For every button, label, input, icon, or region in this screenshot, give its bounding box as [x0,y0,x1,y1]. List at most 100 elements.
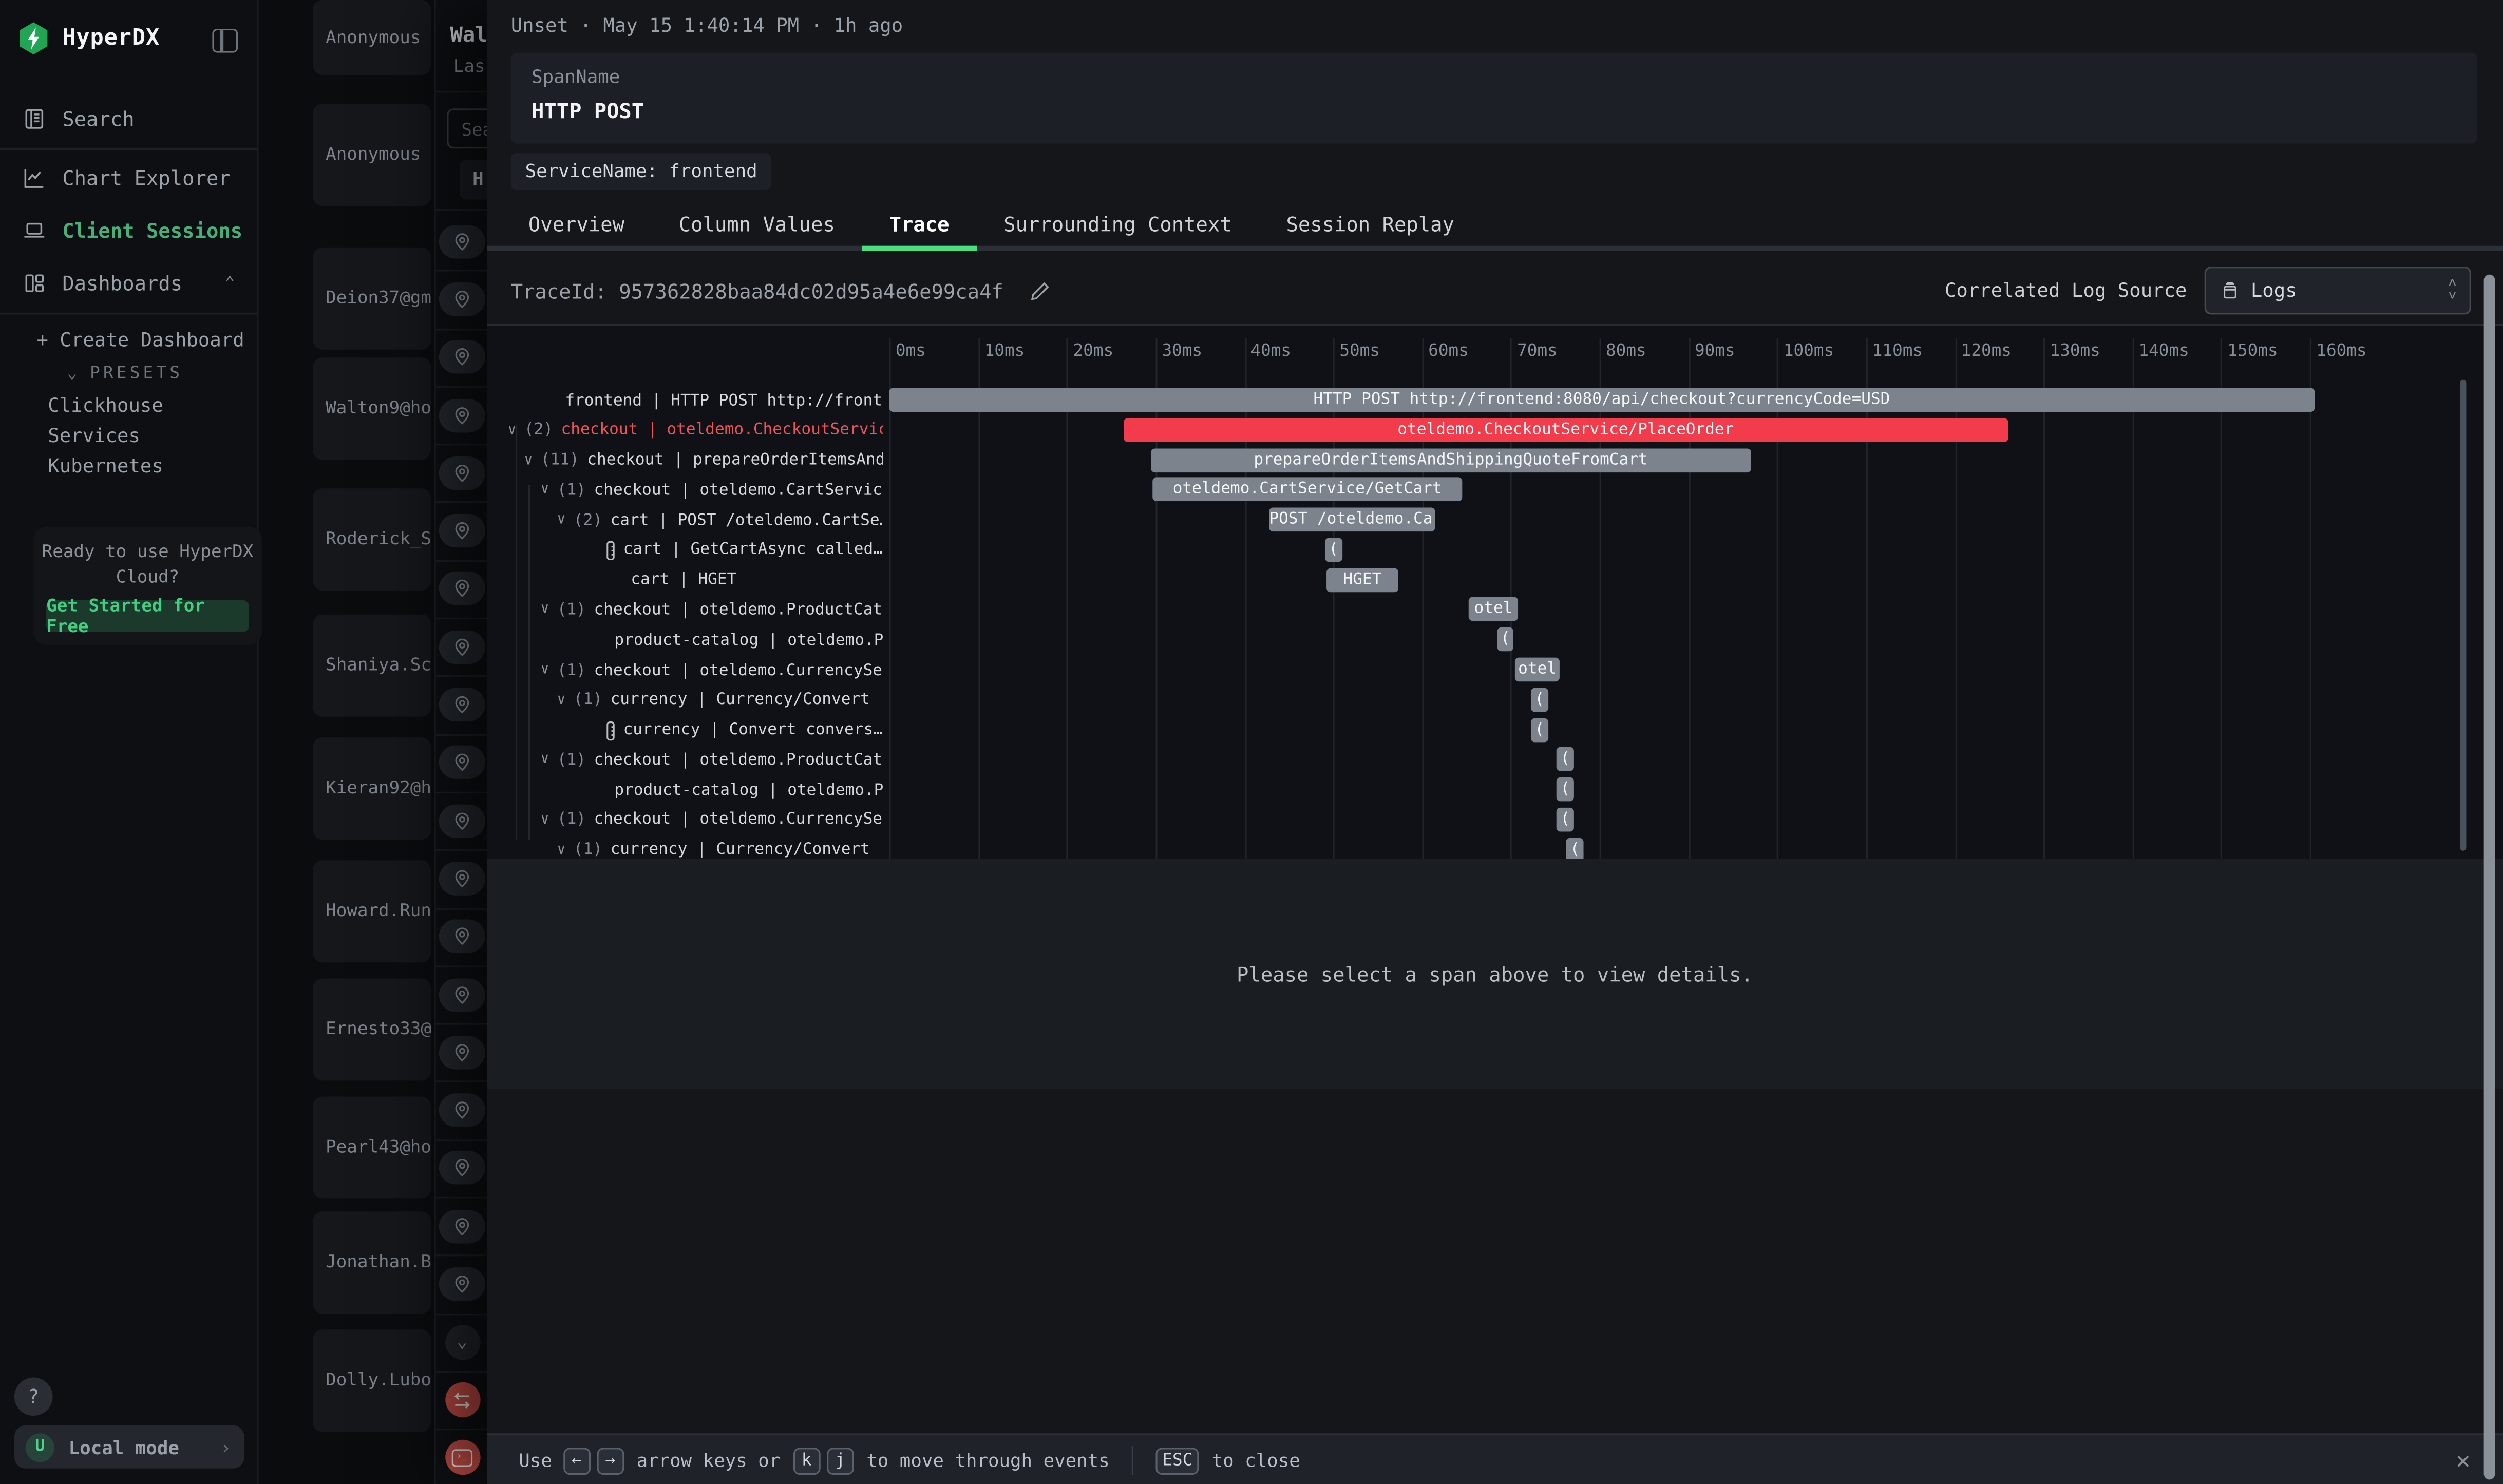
trace-tree-row[interactable]: ∨(2)checkout | oteldemo.CheckoutServic… [507,418,882,444]
trace-tree-row[interactable]: product-catalog | oteldemo.Prod… [614,777,883,803]
session-event-row[interactable] [436,444,489,504]
tab-column-values[interactable]: Column Values [652,204,862,251]
session-card[interactable]: Deion37@gm [313,248,431,350]
trace-tree-row[interactable]: ∨(1)checkout | oteldemo.ProductCat… [540,748,882,773]
service-name-chip[interactable]: ServiceName: frontend [511,153,772,189]
trace-tree-row[interactable]: currency | Convert convers… [607,717,883,743]
trace-tree-row[interactable]: ∨(1)checkout | oteldemo.CurrencySe… [540,658,882,683]
span-bar[interactable]: ( [1531,717,1548,741]
session-event-row[interactable] [436,618,489,677]
trace-tree-row[interactable]: product-catalog | oteldemo.Prod… [614,627,883,653]
session-event-row[interactable] [436,1255,489,1315]
trace-tree-row[interactable]: cart | GetCartAsync called… [607,538,883,563]
tab-overview[interactable]: Overview [501,204,652,251]
preset-kubernetes[interactable]: Kubernetes [48,455,163,478]
help-button[interactable]: ? [14,1378,53,1416]
session-card[interactable]: Roderick_S [313,488,431,591]
span-bar[interactable]: POST /oteldemo.Cart [1269,508,1435,532]
log-source-select[interactable]: Logs ˄˅ [2205,267,2471,314]
session-card[interactable]: Anonymous [313,104,431,206]
session-event-row[interactable]: ⌄ [436,1313,489,1373]
brand[interactable]: HyperDX [16,21,160,55]
span-bar[interactable]: HTTP POST http://frontend:8080/api/check… [889,388,2314,412]
trace-tree-row[interactable]: ∨(1)currency | Currency/Convert [557,688,869,713]
span-bar[interactable]: ( [1325,538,1342,562]
session-event-row[interactable] [436,502,489,562]
close-icon[interactable]: ✕ [2449,1446,2477,1475]
create-dashboard-button[interactable]: + Create Dashboard [36,329,244,351]
trace-tree-row[interactable]: ∨(2)cart | POST /oteldemo.CartSe… [557,508,882,534]
span-bar[interactable]: ( [1557,808,1574,832]
trace-tree-row[interactable]: ∨(11)checkout | prepareOrderItemsAnd… [524,448,882,473]
session-event-row[interactable] [436,965,489,1025]
trace-tree-row[interactable]: frontend | HTTP POST http://frontend:… [565,388,883,413]
session-card[interactable]: Dolly.Lubo [313,1329,431,1432]
session-event-row[interactable] [436,270,489,330]
trace-tree-label: checkout | oteldemo.CurrencySe… [594,811,883,829]
span-bar[interactable]: ( [1557,777,1574,802]
tab-trace[interactable]: Trace [862,204,977,251]
session-event-row[interactable] [436,850,489,909]
span-bar[interactable]: otel [1515,658,1559,682]
span-bar[interactable]: ( [1557,748,1574,772]
key-esc: ESC [1156,1447,1199,1474]
sidebar-item-chart-explorer[interactable]: Chart Explorer [0,157,257,198]
sidebar-item-dashboards[interactable]: Dashboards⌃ [0,262,257,303]
get-started-button[interactable]: Get Started for Free [46,600,249,632]
status-bar: Use ← → arrow keys or k j to move throug… [487,1433,2503,1484]
session-event-row[interactable] [436,792,489,851]
waterfall-scrollbar[interactable] [2460,380,2466,851]
span-bar[interactable]: oteldemo.CheckoutService/PlaceOrder [1124,418,2008,442]
modal-scrollbar[interactable] [2484,275,2495,1480]
span-bar[interactable]: HGET [1327,568,1398,592]
local-mode-button[interactable]: U Local mode › [14,1425,244,1469]
session-event-row[interactable] [436,212,489,272]
sidebar-item-client-sessions[interactable]: Client Sessions [0,209,257,251]
preset-services[interactable]: Services [48,425,140,447]
session-card[interactable]: Pearl43@ho [313,1096,431,1198]
span-bar[interactable]: ( [1497,627,1513,652]
trace-tree-row[interactable]: ∨(1)checkout | oteldemo.ProductCat… [540,598,882,623]
session-user: Walton9@ho [326,397,431,418]
span-bar[interactable]: otel [1469,598,1518,622]
presets-header[interactable]: ⌄PRESETS [67,364,183,383]
session-event-row[interactable]: ›_ [436,1429,489,1484]
session-event-row[interactable] [436,386,489,446]
session-event-row[interactable] [436,1371,489,1431]
span-bar[interactable]: oteldemo.CartService/GetCart [1153,478,1462,502]
session-card[interactable]: Jonathan.B [313,1211,431,1314]
session-card[interactable]: Anonymous [313,0,431,75]
session-event-row[interactable] [436,1139,489,1199]
session-event-row[interactable] [436,676,489,735]
session-event-row[interactable] [436,328,489,388]
chevron-down-icon: ∨ [557,842,565,858]
session-card[interactable]: Howard.Run [313,860,431,962]
divider [0,313,257,314]
trace-tree-row[interactable]: ∨(1)checkout | oteldemo.CurrencySe… [540,808,882,833]
edit-icon[interactable] [1029,280,1050,301]
highlighted-filter-button[interactable]: H [460,160,488,200]
span-details-empty: Please select a span above to view detai… [487,859,2503,1089]
trace-tree-row[interactable]: ∨(1)currency | Currency/Convert [557,838,869,859]
sidebar-collapse-icon[interactable] [212,29,238,53]
session-card[interactable]: Ernesto33@ [313,978,431,1080]
session-card[interactable]: Kieran92@h [313,737,431,840]
span-bar[interactable]: ( [1531,688,1548,712]
tab-session-replay[interactable]: Session Replay [1259,204,1482,251]
session-event-row[interactable] [436,1081,489,1141]
tab-surrounding-context[interactable]: Surrounding Context [976,204,1259,251]
session-event-row[interactable] [436,907,489,967]
preset-clickhouse[interactable]: Clickhouse [48,394,163,417]
span-bar[interactable]: ( [1567,838,1584,859]
session-event-row[interactable] [436,560,489,619]
session-card[interactable]: Walton9@ho [313,357,431,460]
search-input[interactable]: Sea [447,108,488,148]
span-bar[interactable]: prepareOrderItemsAndShippingQuoteFromCar… [1151,448,1750,472]
sidebar-item-search[interactable]: Search [0,98,257,139]
session-event-row[interactable] [436,734,489,793]
trace-tree-row[interactable]: ∨(1)checkout | oteldemo.CartServic… [540,478,882,503]
session-event-row[interactable] [436,1023,489,1083]
session-event-row[interactable] [436,1197,489,1257]
trace-tree-row[interactable]: cart | HGET [631,568,736,594]
session-card[interactable]: Shaniya.Sc [313,615,431,717]
